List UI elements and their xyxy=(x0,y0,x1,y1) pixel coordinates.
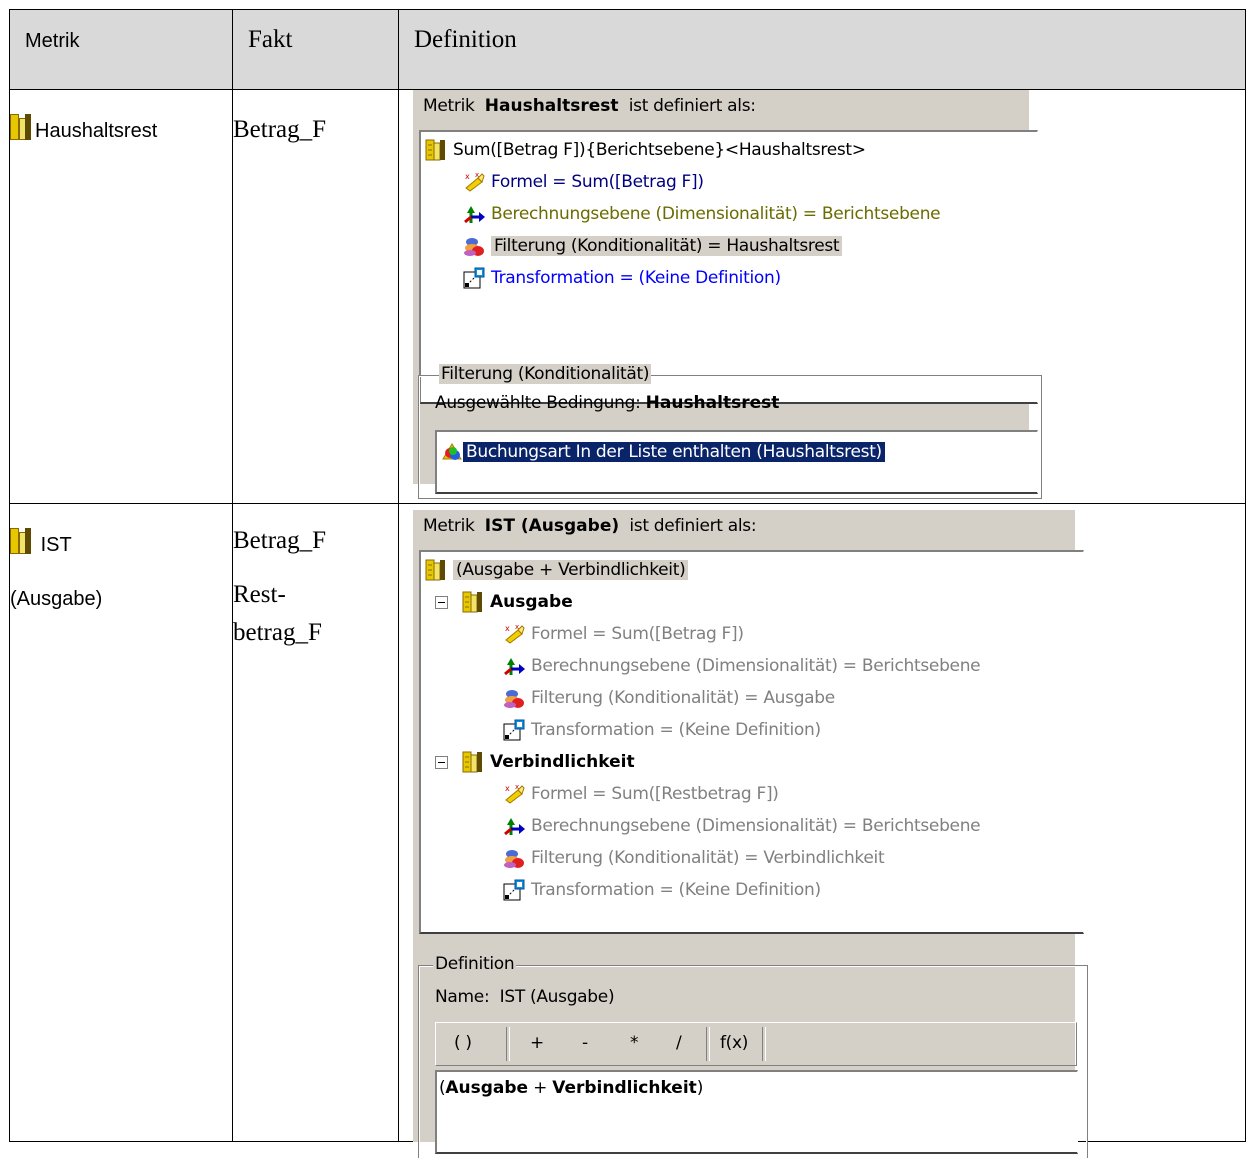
tree-level[interactable]: Berechnungsebene (Dimensionalität) = Ber… xyxy=(463,200,941,228)
fact-name: Betrag_F xyxy=(233,527,327,554)
tree-node-ausgabe[interactable]: Ausgabe xyxy=(435,588,573,616)
filter-icon xyxy=(503,847,525,869)
tree-filter[interactable]: Filterung (Konditionalität) = Haushaltsr… xyxy=(463,232,843,260)
panel-title-name: IST (Ausgabe) xyxy=(484,516,620,536)
panel-title: Metrik IST (Ausgabe) ist definiert als: xyxy=(423,516,757,536)
tree-formula[interactable]: Formel = Sum([Betrag F]) xyxy=(503,620,744,648)
minus-button[interactable]: - xyxy=(582,1033,588,1053)
expression-text: (Ausgabe + Verbindlichkeit) xyxy=(439,1078,704,1098)
toolbar-separator xyxy=(706,1027,710,1061)
metric-icon xyxy=(425,559,447,581)
plus-button[interactable]: + xyxy=(530,1033,544,1053)
selected-condition: Ausgewählte Bedingung: Haushaltsrest xyxy=(435,393,780,413)
tree-formula[interactable]: Formel = Sum([Restbetrag F]) xyxy=(503,780,779,808)
header-fact: Fakt xyxy=(232,9,399,90)
fact-name: Betrag_F xyxy=(233,116,327,143)
formula-icon xyxy=(503,783,525,805)
header-metric: Metrik xyxy=(9,9,233,90)
tree-node-verbindlichkeit[interactable]: Verbindlichkeit xyxy=(435,748,635,776)
selected-condition-value: Haushaltsrest xyxy=(645,393,780,413)
dimensionality-icon xyxy=(503,655,525,677)
fact-name: betrag_F xyxy=(233,619,322,646)
condition-item[interactable]: Buchungsart In der Liste enthalten (Haus… xyxy=(441,438,885,466)
tree-formula[interactable]: Formel = Sum([Betrag F]) xyxy=(463,168,704,196)
multiply-button[interactable]: * xyxy=(630,1033,639,1053)
dimensionality-icon xyxy=(503,815,525,837)
panel-title: Metrik Haushaltsrest ist definiert als: xyxy=(423,96,756,116)
transformation-icon xyxy=(463,267,485,289)
tree-filter[interactable]: Filterung (Konditionalität) = Ausgabe xyxy=(503,684,835,712)
tree-root[interactable]: Sum([Betrag F]){Berichtsebene}<Haushalts… xyxy=(425,136,866,164)
tree-transformation[interactable]: Transformation = (Keine Definition) xyxy=(503,716,821,744)
parentheses-button[interactable]: ( ) xyxy=(454,1033,472,1053)
metric-icon xyxy=(462,591,484,613)
tree-root[interactable]: (Ausgabe + Verbindlichkeit) xyxy=(425,556,689,584)
definition-group-label: Definition xyxy=(433,954,517,974)
tree-level[interactable]: Berechnungsebene (Dimensionalität) = Ber… xyxy=(503,652,981,680)
formula-icon xyxy=(463,171,485,193)
definition-name-value: IST (Ausgabe) xyxy=(499,987,615,1007)
transformation-icon xyxy=(503,719,525,741)
metric-icon xyxy=(425,139,447,161)
metric-cell: Haushaltsrest xyxy=(9,89,233,504)
definition-tree[interactable]: (Ausgabe + Verbindlichkeit) Ausgabe Form… xyxy=(419,550,1084,934)
transformation-icon xyxy=(503,879,525,901)
tree-transformation[interactable]: Transformation = (Keine Definition) xyxy=(503,876,821,904)
metric-icon xyxy=(10,114,32,140)
metric-name-line2: (Ausgabe) xyxy=(10,588,103,610)
condition-icon xyxy=(441,441,463,463)
fact-name: Rest- xyxy=(233,581,286,608)
function-button[interactable]: f(x) xyxy=(720,1033,748,1053)
metric-definition-panel: Metrik Haushaltsrest ist definiert als: … xyxy=(413,90,1042,499)
filter-group-label: Filterung (Konditionalität) xyxy=(439,364,652,384)
header-definition: Definition xyxy=(398,9,1246,90)
collapse-icon[interactable] xyxy=(435,595,448,609)
definition-name: Name: IST (Ausgabe) xyxy=(435,987,615,1007)
toolbar-separator xyxy=(506,1027,510,1061)
expression-editor[interactable]: (Ausgabe + Verbindlichkeit) xyxy=(435,1070,1078,1154)
header-row: Metrik Fakt Definition xyxy=(9,9,1246,90)
tree-level[interactable]: Berechnungsebene (Dimensionalität) = Ber… xyxy=(503,812,981,840)
dimensionality-icon xyxy=(463,203,485,225)
definition-tree[interactable]: Sum([Betrag F]){Berichtsebene}<Haushalts… xyxy=(419,130,1038,404)
collapse-icon[interactable] xyxy=(435,755,448,769)
filter-icon xyxy=(503,687,525,709)
tree-transformation[interactable]: Transformation = (Keine Definition) xyxy=(463,264,781,292)
metric-icon xyxy=(10,528,32,554)
metric-definition-panel: Metrik IST (Ausgabe) ist definiert als: … xyxy=(413,510,1088,1158)
filter-icon xyxy=(463,235,485,257)
formula-icon xyxy=(503,623,525,645)
tree-filter[interactable]: Filterung (Konditionalität) = Verbindlic… xyxy=(503,844,885,872)
toolbar-separator xyxy=(762,1027,766,1061)
metric-name-line1: IST xyxy=(40,534,72,556)
metric-cell: IST (Ausgabe) xyxy=(9,503,233,1142)
divide-button[interactable]: / xyxy=(676,1033,682,1053)
metric-name: Haushaltsrest xyxy=(35,120,158,142)
panel-title-name: Haushaltsrest xyxy=(484,96,619,116)
condition-list[interactable]: Buchungsart In der Liste enthalten (Haus… xyxy=(435,430,1038,494)
formula-toolbar: ( ) + - * / f(x) xyxy=(435,1022,1077,1066)
fact-cell: Betrag_F Rest- betrag_F xyxy=(232,503,399,1142)
fact-cell: Betrag_F xyxy=(232,89,399,504)
metric-icon xyxy=(462,751,484,773)
